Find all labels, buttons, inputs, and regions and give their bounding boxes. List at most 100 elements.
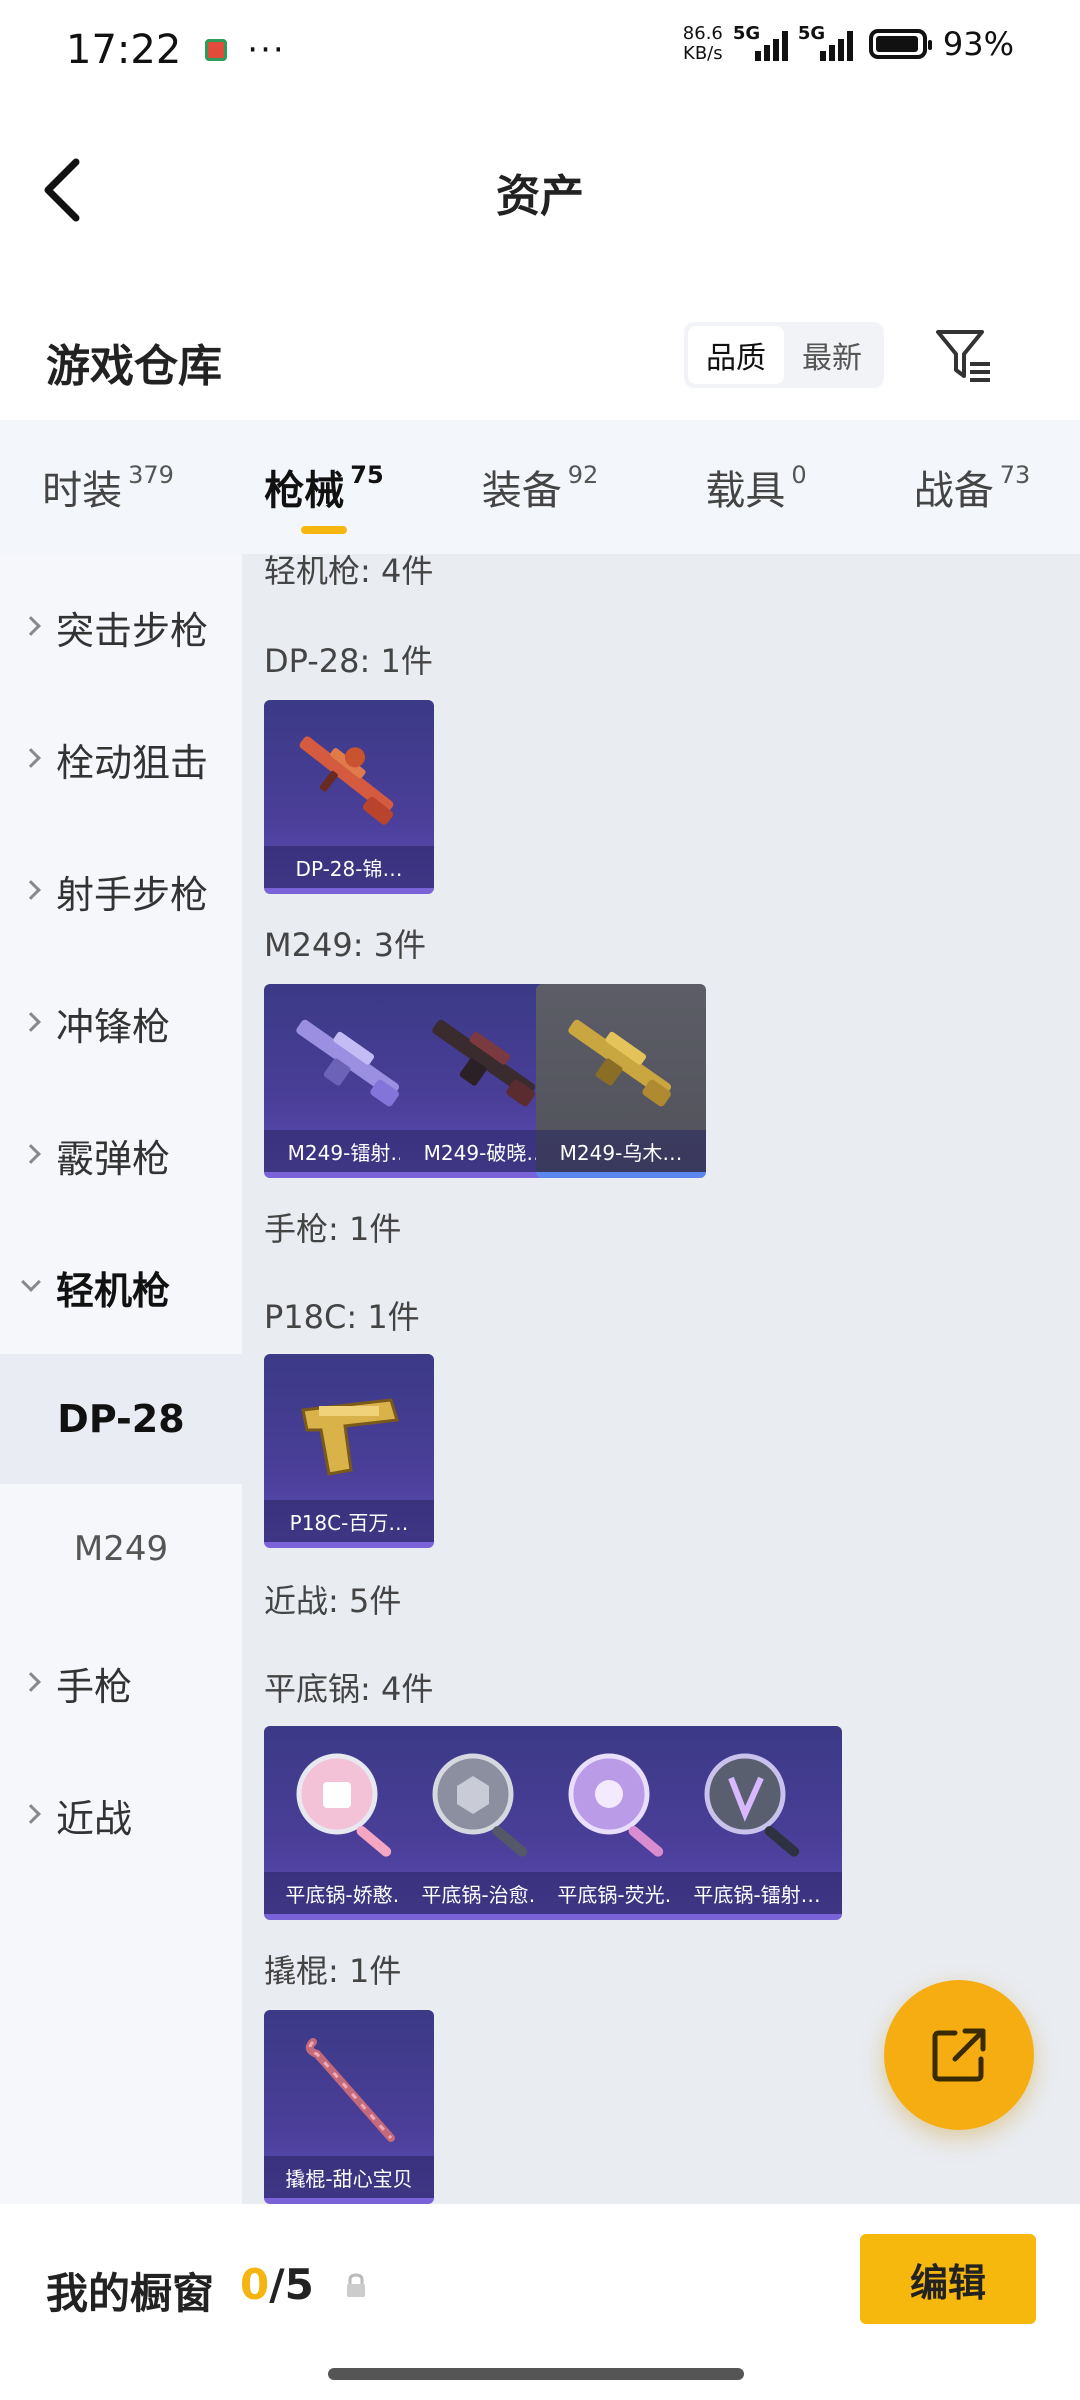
sidebar-item-lmg[interactable]: 轻机枪	[0, 1222, 242, 1352]
tab-fashion[interactable]: 时装 379	[0, 420, 216, 554]
pan-skin-icon	[296, 1753, 392, 1857]
sim2-label: 5G	[797, 23, 826, 44]
edit-button[interactable]: 编辑	[860, 2234, 1036, 2324]
m249-skin-icon	[296, 1019, 400, 1107]
tab-label: 载具	[705, 468, 786, 514]
sidebar-item-melee[interactable]: 近战	[0, 1750, 242, 1880]
more-notifications-icon: ···	[247, 30, 286, 70]
chevron-right-icon	[21, 748, 41, 768]
item-card[interactable]: 撬棍-甜心宝贝	[264, 2010, 434, 2204]
chevron-down-icon	[21, 1272, 41, 1292]
warehouse-section-header: 游戏仓库 品质 最新	[0, 300, 1080, 420]
sidebar-item-bolt-sniper[interactable]: 栓动狙击	[0, 694, 242, 824]
network-speed: 86.6 KB/s	[683, 24, 723, 64]
pan-skin-icon	[568, 1753, 664, 1857]
item-name: DP-28-锦…	[264, 846, 434, 888]
sidebar-item-marksman-rifle[interactable]: 射手步枪	[0, 826, 242, 956]
filter-icon[interactable]	[932, 324, 994, 386]
chevron-right-icon	[21, 1804, 41, 1824]
tab-firearms[interactable]: 枪械 75	[216, 420, 432, 554]
lmg-skin-icon	[299, 736, 394, 825]
home-indicator[interactable]	[328, 2368, 744, 2380]
chevron-right-icon	[21, 1672, 41, 1692]
sidebar-item-shotgun[interactable]: 霰弹枪	[0, 1090, 242, 1220]
lock-icon	[347, 2273, 365, 2297]
crowbar-skin-icon	[305, 2038, 395, 2142]
group-title: 平底锅: 4件	[264, 1670, 434, 1708]
sidebar-item-pistol[interactable]: 手枪	[0, 1618, 242, 1748]
sidebar-item-label: 霰弹枪	[56, 1136, 171, 1181]
share-button[interactable]	[884, 1980, 1034, 2130]
item-name: M249-乌木…	[536, 1130, 706, 1172]
pistol-skin-icon	[301, 1398, 399, 1476]
item-grid: 轻机枪: 4件 DP-28: 1件 DP-28-锦… M249: 3件 M249…	[242, 554, 1080, 2204]
sidebar-item-label: 轻机枪	[56, 1268, 171, 1313]
page-title: 资产	[496, 171, 584, 222]
group-title: P18C: 1件	[264, 1298, 420, 1336]
group-title: M249: 3件	[264, 926, 427, 964]
group-title: 近战: 5件	[264, 1582, 402, 1620]
chevron-right-icon	[21, 880, 41, 900]
showcase-total: /5	[269, 2260, 314, 2309]
tab-count: 379	[128, 461, 174, 489]
sidebar-subitem-dp28[interactable]: DP-28	[0, 1354, 242, 1484]
network-speed-unit: KB/s	[683, 43, 723, 64]
sort-toggle: 品质 最新	[684, 322, 884, 388]
battery-icon	[868, 29, 932, 59]
header: 资产	[0, 100, 1080, 280]
tab-label: 时装	[42, 468, 123, 514]
app-notification-icon	[205, 39, 228, 61]
sidebar-subitem-m249[interactable]: M249	[0, 1484, 242, 1614]
item-card[interactable]: 平底锅-镭射…	[672, 1726, 842, 1920]
tab-label: 战备	[913, 468, 994, 514]
network-speed-value: 86.6	[682, 23, 723, 44]
sidebar-item-assault-rifle[interactable]: 突击步枪	[0, 562, 242, 692]
tab-equipment[interactable]: 装备 92	[432, 420, 648, 554]
signal-5g-icon: 5G	[733, 23, 788, 61]
sort-newest-option[interactable]: 最新	[784, 326, 880, 384]
sidebar-item-label: 突击步枪	[56, 608, 209, 653]
showcase-current: 0	[240, 2260, 270, 2309]
sidebar-item-label: 近战	[56, 1796, 133, 1841]
item-name: 撬棍-甜心宝贝	[264, 2156, 434, 2198]
group-title: 手枪: 1件	[264, 1210, 402, 1248]
m249-skin-icon	[432, 1019, 536, 1107]
group-title: DP-28: 1件	[264, 642, 433, 680]
tab-count: 73	[999, 461, 1031, 489]
item-name: 平底锅-镭射…	[672, 1872, 842, 1914]
status-time: 17:22	[66, 27, 182, 73]
item-card[interactable]: DP-28-锦…	[264, 700, 434, 894]
showcase-label: 我的橱窗	[46, 2269, 215, 2318]
item-card[interactable]: P18C-百万…	[264, 1354, 434, 1548]
external-share-icon	[932, 2028, 986, 2082]
tab-count: 92	[567, 461, 599, 489]
status-bar: 17:22 ··· 86.6 KB/s 5G 5G 93%	[0, 0, 1080, 100]
section-title: 游戏仓库	[46, 341, 222, 392]
item-card[interactable]: M249-乌木…	[536, 984, 706, 1178]
sidebar-item-smg[interactable]: 冲锋枪	[0, 958, 242, 1088]
tab-count: 75	[350, 461, 384, 489]
showcase-count: 0/5	[240, 2260, 314, 2309]
tab-supplies[interactable]: 战备 73	[864, 420, 1080, 554]
sidebar-item-label: 手枪	[56, 1664, 133, 1709]
m249-skin-icon	[568, 1019, 672, 1107]
sidebar-item-label: 射手步枪	[56, 872, 209, 917]
chevron-right-icon	[21, 616, 41, 636]
weapon-type-sidebar: 突击步枪 栓动狙击 射手步枪 冲锋枪 霰弹枪 轻机枪 DP-28 M249 手枪…	[0, 554, 242, 2204]
category-tabs: 时装 379 枪械 75 装备 92 载具 0 战备 73	[0, 420, 1080, 554]
tab-label: 装备	[481, 468, 562, 514]
showcase-bar: 我的橱窗 0/5 编辑	[0, 2204, 1080, 2400]
tab-count: 0	[791, 461, 807, 489]
signal-5g-icon: 5G	[798, 23, 853, 61]
sort-quality-option[interactable]: 品质	[688, 326, 784, 384]
chevron-right-icon	[21, 1144, 41, 1164]
chevron-right-icon	[21, 1012, 41, 1032]
item-name: P18C-百万…	[264, 1500, 434, 1542]
sim1-label: 5G	[732, 23, 761, 44]
tab-vehicles[interactable]: 载具 0	[648, 420, 864, 554]
battery-percent: 93%	[942, 25, 1014, 63]
sidebar-item-label: 栓动狙击	[56, 740, 209, 785]
tab-label: 枪械	[264, 468, 345, 514]
sidebar-item-label: 冲锋枪	[56, 1004, 171, 1049]
group-title: 轻机枪: 4件	[264, 554, 434, 590]
